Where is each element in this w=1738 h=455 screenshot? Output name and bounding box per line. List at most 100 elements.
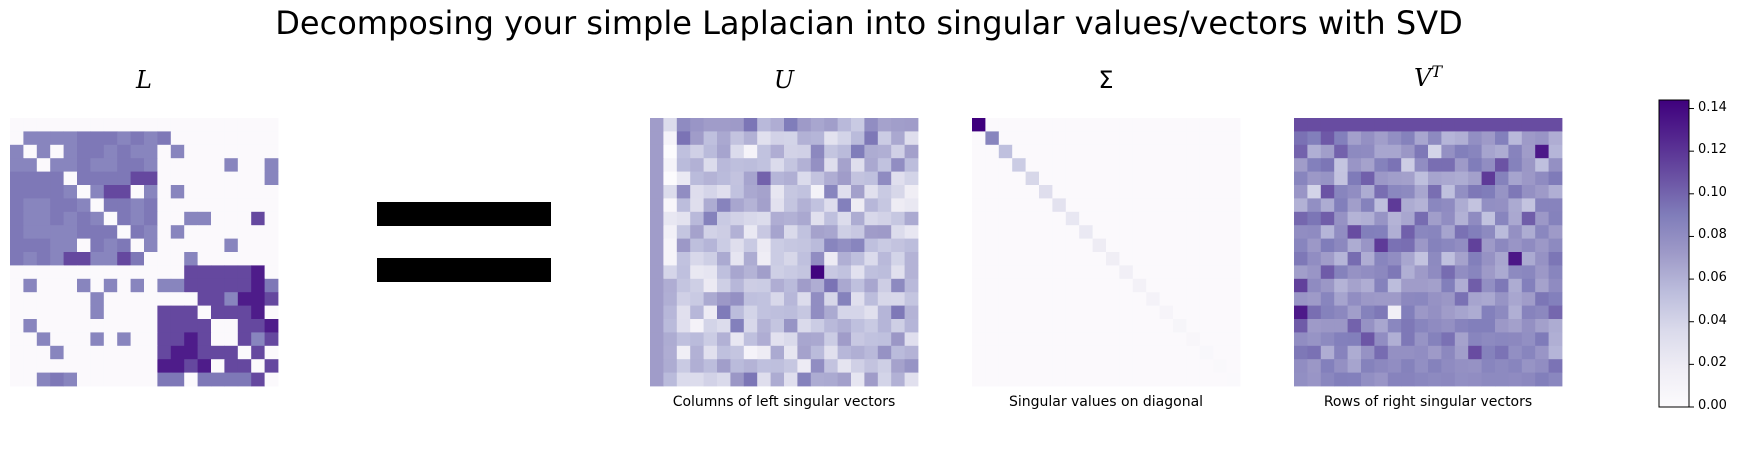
heatmap-cell xyxy=(904,225,919,239)
heatmap-cell xyxy=(824,225,838,239)
heatmap-cell xyxy=(264,319,279,333)
heatmap-cell xyxy=(197,144,212,159)
heatmap-cell xyxy=(824,278,838,293)
heatmap-cell xyxy=(1441,345,1456,360)
heatmap-cell xyxy=(1441,144,1456,159)
heatmap-cell xyxy=(877,185,892,199)
heatmap-cell xyxy=(743,238,758,253)
heatmap-cell xyxy=(1441,332,1456,347)
colorbar-tick-label: 0.02 xyxy=(1698,355,1727,371)
heatmap-cell xyxy=(90,171,105,186)
heatmap-cell xyxy=(797,185,812,199)
heatmap-cell xyxy=(1535,305,1549,320)
heatmap-cell xyxy=(157,305,172,320)
heatmap-cell xyxy=(1521,211,1536,226)
heatmap-cell xyxy=(891,171,905,186)
heatmap-cell xyxy=(63,292,78,306)
heatmap-cell xyxy=(1374,292,1389,306)
heatmap-cell xyxy=(1454,305,1469,320)
heatmap-cell xyxy=(197,118,212,132)
heatmap-cell xyxy=(877,158,892,172)
heatmap-cell xyxy=(1173,225,1187,239)
heatmap-cell xyxy=(251,238,265,253)
heatmap-cell xyxy=(877,171,892,186)
heatmap-cell xyxy=(1294,118,1308,132)
heatmap-cell xyxy=(784,372,798,387)
heatmap-cell xyxy=(170,345,185,360)
heatmap-cell xyxy=(1079,171,1093,186)
heatmap-cell xyxy=(1428,238,1442,253)
heatmap-cell xyxy=(743,265,758,280)
heatmap-cell xyxy=(1347,211,1362,226)
heatmap-cell xyxy=(904,278,919,293)
heatmap-cell xyxy=(998,345,1013,360)
heatmap-cell xyxy=(1548,359,1563,373)
heatmap-cell xyxy=(877,144,892,159)
heatmap-cell xyxy=(690,359,704,373)
heatmap-cell xyxy=(1119,292,1134,306)
heatmap-cell xyxy=(810,225,825,239)
heatmap-cell xyxy=(717,238,731,253)
heatmap-cell xyxy=(1428,292,1442,306)
heatmap-cell xyxy=(1079,319,1093,333)
heatmap-cell xyxy=(1521,252,1536,266)
heatmap-cell xyxy=(1012,158,1026,172)
heatmap-cell xyxy=(1106,211,1120,226)
heatmap-cell xyxy=(810,171,825,186)
heatmap-cell xyxy=(184,265,198,280)
heatmap-cell xyxy=(1508,278,1523,293)
heatmap-cell xyxy=(650,278,664,293)
heatmap-cell xyxy=(730,158,745,172)
heatmap-cell xyxy=(1468,372,1482,387)
heatmap-cell xyxy=(144,171,158,186)
heatmap-cell xyxy=(1307,319,1322,333)
heatmap-cell xyxy=(1428,171,1442,186)
heatmap-cell xyxy=(1119,225,1134,239)
heatmap-cell xyxy=(264,198,279,213)
heatmap-cell xyxy=(184,171,198,186)
heatmap-cell xyxy=(1039,185,1053,199)
heatmap-cell xyxy=(1428,345,1442,360)
heatmap-cell xyxy=(77,158,91,172)
heatmap-cell xyxy=(237,252,252,266)
heatmap-cell xyxy=(824,158,838,172)
heatmap-cell xyxy=(1307,345,1322,360)
heatmap-cell xyxy=(144,118,158,132)
heatmap-cell xyxy=(864,265,879,280)
heatmap-cell xyxy=(10,185,24,199)
heatmap-cell xyxy=(1173,238,1187,253)
heatmap-cell xyxy=(1320,158,1335,172)
heatmap-cell xyxy=(1079,372,1093,387)
heatmap-cell xyxy=(1199,319,1214,333)
heatmap-cell xyxy=(1012,185,1026,199)
heatmap-cell xyxy=(197,278,212,293)
heatmap-cell xyxy=(1186,211,1201,226)
heatmap-cell xyxy=(1039,252,1053,266)
heatmap-cell xyxy=(1226,305,1241,320)
heatmap-cell xyxy=(251,131,265,146)
heatmap-cell xyxy=(1012,171,1026,186)
heatmap-cell xyxy=(1213,345,1227,360)
heatmap-cell xyxy=(130,359,145,373)
heatmap-cell xyxy=(650,185,664,199)
heatmap-cell xyxy=(824,185,838,199)
heatmap-cell xyxy=(36,252,51,266)
heatmap-cell xyxy=(50,144,64,159)
heatmap-cell xyxy=(1508,292,1523,306)
heatmap-cell xyxy=(1294,332,1308,347)
heatmap-cell xyxy=(1307,372,1322,387)
heatmap-cell xyxy=(1401,305,1415,320)
heatmap-cell xyxy=(1025,319,1040,333)
heatmap-cell xyxy=(1508,359,1523,373)
heatmap-cell xyxy=(891,359,905,373)
heatmap-cell xyxy=(63,265,78,280)
heatmap-cell xyxy=(90,131,105,146)
heatmap-cell xyxy=(864,305,879,320)
heatmap-cell xyxy=(1012,225,1026,239)
heatmap-cell xyxy=(251,252,265,266)
heatmap-cell xyxy=(1065,211,1080,226)
heatmap-cell xyxy=(650,292,664,306)
heatmap-cell xyxy=(1347,118,1362,132)
heatmap-cell xyxy=(1401,372,1415,387)
heatmap-cell xyxy=(1535,252,1549,266)
